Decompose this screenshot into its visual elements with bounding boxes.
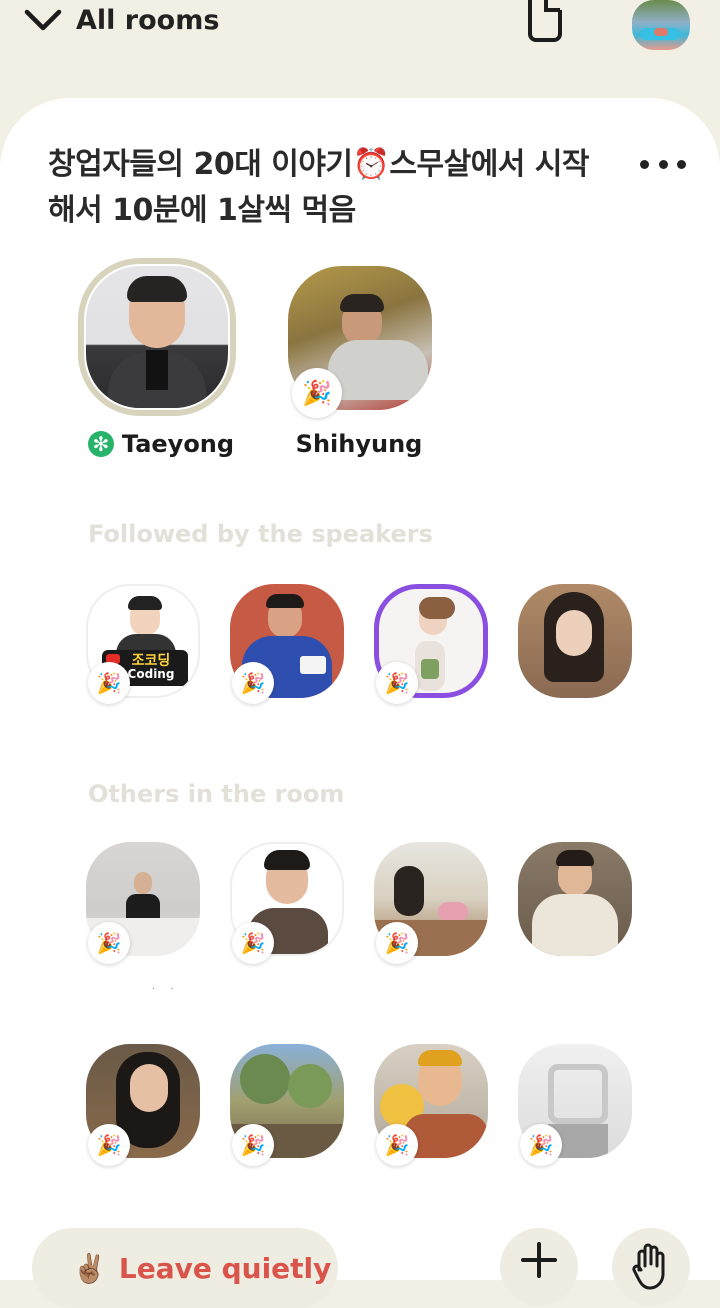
new-user-badge-icon: 🎉 xyxy=(376,1124,418,1166)
speaker-name: ✻ Taeyong xyxy=(76,430,246,458)
bottom-bar: ✌🏽 Leave quietly xyxy=(0,1210,720,1308)
avatar-person xyxy=(654,28,668,36)
new-user-badge-icon: 🎉 xyxy=(520,1124,562,1166)
new-user-badge-icon: 🎉 xyxy=(376,922,418,964)
others-section-label: Others in the room xyxy=(88,780,345,808)
raise-hand-icon xyxy=(632,1243,665,1290)
speaker-name: Shihyung xyxy=(274,430,444,458)
listener-avatar[interactable] xyxy=(518,584,632,698)
top-bar: All rooms xyxy=(0,0,720,90)
more-options-button[interactable] xyxy=(640,156,686,172)
document-icon[interactable] xyxy=(524,0,564,44)
add-button[interactable] xyxy=(500,1228,578,1306)
speaker-name-text: Taeyong xyxy=(121,430,235,458)
new-user-badge-icon: 🎉 xyxy=(376,662,418,704)
new-user-badge-icon: 🎉 xyxy=(88,922,130,964)
new-user-badge-icon: 🎉 xyxy=(232,922,274,964)
plus-icon xyxy=(521,1242,557,1278)
all-rooms-button[interactable]: All rooms xyxy=(24,0,219,40)
new-user-badge-icon: 🎉 xyxy=(232,662,274,704)
followed-section-label: Followed by the speakers xyxy=(88,520,433,548)
moderator-icon: ✻ xyxy=(87,431,114,457)
dot-icon xyxy=(677,159,686,169)
speaker-shihyung[interactable]: 🎉 Shihyung xyxy=(274,256,444,476)
new-user-badge-icon: 🎉 xyxy=(292,368,342,418)
avatar xyxy=(86,266,228,408)
chevron-down-icon xyxy=(24,9,62,31)
new-user-badge-icon: 🎉 xyxy=(88,662,130,704)
listener-avatar[interactable] xyxy=(518,842,632,956)
speaker-name-text: Shihyung xyxy=(295,430,423,458)
new-user-badge-icon: 🎉 xyxy=(88,1124,130,1166)
speaker-taeyong[interactable]: ✻ Taeyong xyxy=(76,256,246,476)
leave-quietly-button[interactable]: ✌🏽 Leave quietly xyxy=(32,1228,338,1308)
dot-icon xyxy=(658,159,668,169)
raise-hand-button[interactable] xyxy=(612,1228,690,1306)
room-title: 창업자들의 20대 이야기⏰스무살에서 시작해서 10분에 1살씩 먹음 xyxy=(48,147,590,228)
dot-icon xyxy=(640,159,649,169)
truncated-name: · · xyxy=(152,984,180,995)
profile-avatar[interactable] xyxy=(632,0,690,50)
new-user-badge-icon: 🎉 xyxy=(232,1124,274,1166)
all-rooms-label: All rooms xyxy=(76,4,220,36)
